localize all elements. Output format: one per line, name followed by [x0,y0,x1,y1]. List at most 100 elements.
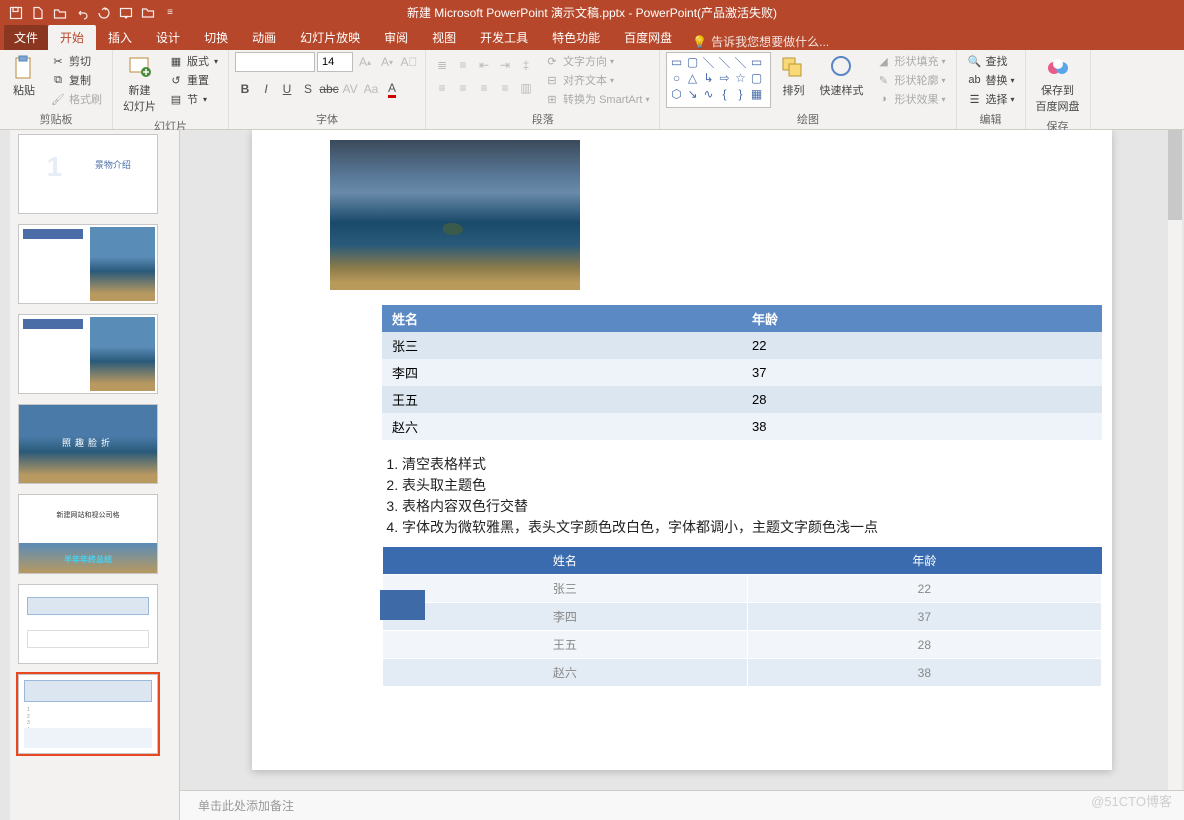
decrease-font-icon[interactable]: A▾ [377,52,397,72]
increase-font-icon[interactable]: A▴ [355,52,375,72]
td: 37 [742,359,1102,386]
td: 37 [747,603,1101,631]
shapes-gallery[interactable]: ▭▢＼＼＼▭ ○△↳⇨☆▢ ⬡↘∿{}▦ [666,52,771,108]
tab-design[interactable]: 设计 [144,25,192,50]
text-direction-button[interactable]: ⟳文字方向▾ [540,52,653,70]
save-cloud-button[interactable]: 保存到 百度网盘 [1032,52,1084,116]
tab-file[interactable]: 文件 [4,25,48,50]
qat-customize-icon[interactable]: ≡ [160,3,180,23]
reset-label: 重置 [187,72,209,88]
tell-me-box[interactable]: 💡 告诉我您想要做什么... [684,33,837,50]
font-size-input[interactable] [317,52,353,72]
group-clipboard: 粘贴 ✂剪切 ⧉复制 🖌格式刷 剪贴板 [0,50,113,129]
line-spacing-button[interactable]: ‡ [516,55,536,75]
undo-icon[interactable] [72,3,92,23]
tab-baidu[interactable]: 百度网盘 [612,25,684,50]
slide-canvas[interactable]: 姓名年龄 张三22 李四37 王五28 赵六38 清空表格样式 表头取主题色 表… [252,130,1112,770]
slideshow-icon[interactable] [116,3,136,23]
justify-button[interactable]: ≡ [495,78,515,98]
copy-button[interactable]: ⧉复制 [46,71,106,89]
smartart-button[interactable]: ⊞转换为 SmartArt▾ [540,90,653,108]
notes-pane[interactable]: 单击此处添加备注 [180,790,1184,820]
slide-thumb[interactable]: 照趣脸折 [18,404,158,484]
td: 28 [742,386,1102,413]
instruction-list[interactable]: 清空表格样式 表头取主题色 表格内容双色行交替 字体改为微软雅黑，表头文字颜色改… [402,454,1112,537]
font-name-input[interactable] [235,52,315,72]
slide-thumb[interactable]: 新建网站和视公司格半年年终总结 [18,494,158,574]
case-button[interactable]: Aa [361,79,381,99]
columns-button[interactable]: ▥ [516,78,536,98]
tab-insert[interactable]: 插入 [96,25,144,50]
numbering-button[interactable]: ≡ [453,55,473,75]
shape-outline-button[interactable]: ✎形状轮廓▾ [871,71,949,89]
cut-button[interactable]: ✂剪切 [46,52,106,70]
tab-dev[interactable]: 开发工具 [468,25,540,50]
tab-special[interactable]: 特色功能 [540,25,612,50]
paste-button[interactable]: 粘贴 [6,52,42,100]
format-painter-button[interactable]: 🖌格式刷 [46,90,106,108]
table-original[interactable]: 姓名年龄 张三22 李四37 王五28 赵六38 [382,305,1102,440]
new-slide-button[interactable]: 新建 幻灯片 [119,52,160,116]
layout-label: 版式 [187,53,209,69]
align-center-button[interactable]: ≡ [453,78,473,98]
font-color-button[interactable]: A [382,79,402,99]
redo-icon[interactable] [94,3,114,23]
section-button[interactable]: ▤节▾ [164,90,222,108]
find-button[interactable]: 🔍查找 [963,52,1019,70]
decrease-indent-button[interactable]: ⇤ [474,55,494,75]
slide-image-lake[interactable] [330,140,580,290]
copy-icon: ⧉ [50,72,66,88]
cut-label: 剪切 [69,53,91,69]
arrange-button[interactable]: 排列 [775,52,811,100]
vertical-scrollbar[interactable] [1168,130,1182,790]
clear-format-icon[interactable]: A⃠ [399,52,419,72]
align-text-button[interactable]: ⊟对齐文本▾ [540,71,653,89]
para-group-label: 段落 [432,109,653,129]
strike-button[interactable]: abc [319,79,339,99]
clipboard-group-label: 剪贴板 [6,109,106,129]
new-file-icon[interactable] [28,3,48,23]
reset-button[interactable]: ↺重置 [164,71,222,89]
tab-home[interactable]: 开始 [48,25,96,50]
tab-review[interactable]: 审阅 [372,25,420,50]
tab-transitions[interactable]: 切换 [192,25,240,50]
increase-indent-button[interactable]: ⇥ [495,55,515,75]
tell-me-label: 告诉我您想要做什么... [711,33,829,50]
td: 李四 [383,603,748,631]
bold-button[interactable]: B [235,79,255,99]
smartart-icon: ⊞ [544,91,560,107]
td: 38 [747,659,1101,687]
shadow-button[interactable]: S [298,79,318,99]
save-icon[interactable] [6,3,26,23]
align-right-button[interactable]: ≡ [474,78,494,98]
shape-rectangle[interactable] [380,590,425,620]
slide-thumb[interactable] [18,314,158,394]
table-styled[interactable]: 姓名年龄 张三22 李四37 王五28 赵六38 [382,547,1102,687]
replace-button[interactable]: ab替换▾ [963,71,1019,89]
editing-group-label: 编辑 [963,109,1019,129]
slide-thumb[interactable]: 景物介绍1 [18,134,158,214]
shape-fill-button[interactable]: ◢形状填充▾ [871,52,949,70]
brush-icon: 🖌 [50,91,66,107]
tab-animations[interactable]: 动画 [240,25,288,50]
td: 李四 [382,359,742,386]
slide-thumb[interactable] [18,584,158,664]
slide-thumb-current[interactable]: 1234 [18,674,158,754]
select-button[interactable]: ☰选择▾ [963,90,1019,108]
tab-view[interactable]: 视图 [420,25,468,50]
underline-button[interactable]: U [277,79,297,99]
slide-thumb[interactable] [18,224,158,304]
layout-button[interactable]: ▦版式▾ [164,52,222,70]
notes-placeholder: 单击此处添加备注 [198,799,294,813]
folder-icon[interactable] [138,3,158,23]
tab-slideshow[interactable]: 幻灯片放映 [288,25,372,50]
quick-styles-button[interactable]: 快速样式 [815,52,867,100]
open-icon[interactable] [50,3,70,23]
char-spacing-button[interactable]: AV [340,79,360,99]
find-label: 查找 [986,53,1008,69]
align-left-button[interactable]: ≡ [432,78,452,98]
italic-button[interactable]: I [256,79,276,99]
scroll-thumb[interactable] [1168,130,1182,220]
bullets-button[interactable]: ≣ [432,55,452,75]
shape-effects-button[interactable]: ◑形状效果▾ [871,90,949,108]
